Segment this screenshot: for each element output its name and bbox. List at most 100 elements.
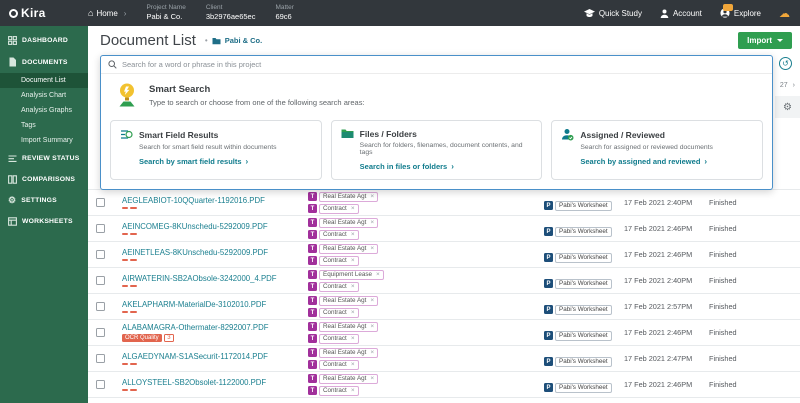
breadcrumb[interactable]: • Pabi & Co. <box>205 36 262 45</box>
worksheets-icon <box>8 217 17 226</box>
sidebar-item-worksheets[interactable]: WORKSHEETS <box>0 211 88 232</box>
tag-remove-icon[interactable]: × <box>370 349 374 356</box>
row-checkbox[interactable] <box>96 328 105 337</box>
document-link[interactable]: ALLOYSTEEL-SB2Obsolet-1122000.PDF <box>122 378 308 387</box>
worksheet-badge[interactable]: P Pabi's Worksheet <box>544 357 612 367</box>
tag-type-icon: T <box>308 282 317 291</box>
sidebar-label-review-status: REVIEW STATUS <box>22 155 79 162</box>
row-checkbox[interactable] <box>96 224 105 233</box>
page-number[interactable]: 27 <box>780 82 788 89</box>
row-checkbox[interactable] <box>96 276 105 285</box>
tag-pill: Equipment Lease× <box>319 270 384 280</box>
account-button[interactable]: Account <box>660 9 702 18</box>
imported-date: 17 Feb 2021 2:46PM <box>624 224 709 233</box>
tag-remove-icon[interactable]: × <box>351 231 355 238</box>
sidebar-item-dashboard[interactable]: DASHBOARD <box>0 30 88 51</box>
next-page-icon[interactable]: › <box>793 82 795 89</box>
tag-type-icon: T <box>308 334 317 343</box>
document-link[interactable]: AEINCOMEG-8KUnschedu-5292009.PDF <box>122 222 308 231</box>
assigned-reviewed-card-link[interactable]: Search by assigned and reviewed › <box>580 157 753 166</box>
sidebar-item-analysis-graphs[interactable]: Analysis Graphs <box>0 103 88 118</box>
document-link[interactable]: ALABAMAGRA-Othermater-8292007.PDF <box>122 323 308 332</box>
sidebar-item-settings[interactable]: ⚙ SETTINGS <box>0 190 88 211</box>
worksheet-badge[interactable]: P Pabi's Worksheet <box>544 201 612 211</box>
client-value: 3b2976ae65ec <box>206 12 256 21</box>
row-checkbox[interactable] <box>96 302 105 311</box>
tag-remove-icon[interactable]: × <box>351 283 355 290</box>
document-tag: TContract× <box>308 282 544 292</box>
files-folders-card[interactable]: Files / Folders Search for folders, file… <box>331 120 543 180</box>
sidebar-item-review-status[interactable]: REVIEW STATUS <box>0 148 88 169</box>
account-label: Account <box>673 9 702 18</box>
search-history-icon[interactable]: ↺ <box>779 57 792 70</box>
row-checkbox[interactable] <box>96 354 105 363</box>
tag-remove-icon[interactable]: × <box>370 219 374 226</box>
tag-remove-icon[interactable]: × <box>370 297 374 304</box>
tag-label: Real Estate Agt <box>323 193 366 200</box>
document-tag: TContract× <box>308 334 544 344</box>
table-row: AEINCOMEG-8KUnschedu-5292009.PDF TReal E… <box>88 216 800 242</box>
tag-remove-icon[interactable]: × <box>351 335 355 342</box>
tag-remove-icon[interactable]: × <box>370 323 374 330</box>
ocr-quality-value <box>130 207 137 209</box>
worksheet-badge[interactable]: P Pabi's Worksheet <box>544 227 612 237</box>
tag-remove-icon[interactable]: × <box>370 245 374 252</box>
import-button[interactable]: Import <box>738 32 792 49</box>
worksheet-badge[interactable]: P Pabi's Worksheet <box>544 279 612 289</box>
tag-remove-icon[interactable]: × <box>376 271 380 278</box>
tag-remove-icon[interactable]: × <box>351 309 355 316</box>
row-checkbox[interactable] <box>96 250 105 259</box>
sidebar-item-document-list[interactable]: Document List <box>0 73 88 88</box>
sidebar-item-import-summary[interactable]: Import Summary <box>0 133 88 148</box>
worksheet-badge[interactable]: P Pabi's Worksheet <box>544 253 612 263</box>
tag-remove-icon[interactable]: × <box>351 387 355 394</box>
ocr-quality-value: 3 <box>164 334 174 342</box>
search-bar[interactable] <box>101 56 772 74</box>
review-status: Finished <box>709 302 800 311</box>
worksheet-badge[interactable]: P Pabi's Worksheet <box>544 383 612 393</box>
quick-study-button[interactable]: Quick Study <box>584 9 642 18</box>
files-folders-card-link[interactable]: Search in files or folders › <box>360 162 533 171</box>
document-link[interactable]: AEINETLEAS-8KUnschedu-5292009.PDF <box>122 248 308 257</box>
tag-remove-icon[interactable]: × <box>370 375 374 382</box>
sidebar-item-analysis-chart[interactable]: Analysis Chart <box>0 88 88 103</box>
explore-button[interactable]: Explore <box>720 8 761 18</box>
table-row: AIRWATERIN-SB2AObsole-3242000_4.PDF TEqu… <box>88 268 800 294</box>
document-link[interactable]: ALGAEDYNAM-S1ASecurit-1172014.PDF <box>122 352 308 361</box>
document-link[interactable]: AIRWATERIN-SB2AObsole-3242000_4.PDF <box>122 274 308 283</box>
tag-remove-icon[interactable]: × <box>351 361 355 368</box>
sidebar-item-comparisons[interactable]: COMPARISONS <box>0 169 88 190</box>
row-checkbox[interactable] <box>96 380 105 389</box>
worksheet-badge[interactable]: P Pabi's Worksheet <box>544 305 612 315</box>
search-input[interactable] <box>122 60 765 69</box>
document-tag: TContract× <box>308 386 544 396</box>
smart-field-card-desc: Search for smart field result within doc… <box>139 144 312 151</box>
worksheet-badge[interactable]: P Pabi's Worksheet <box>544 331 612 341</box>
review-status: Finished <box>709 250 800 259</box>
tag-remove-icon[interactable]: × <box>351 205 355 212</box>
assigned-reviewed-card[interactable]: Assigned / Reviewed Search for assigned … <box>551 120 763 180</box>
account-person-icon <box>660 9 669 18</box>
worksheet-icon: P <box>544 279 553 288</box>
smart-field-results-card[interactable]: Smart Field Results Search for smart fie… <box>110 120 322 180</box>
smart-field-card-link[interactable]: Search by smart field results › <box>139 157 312 166</box>
document-tag: TReal Estate Agt× <box>308 244 544 254</box>
tag-remove-icon[interactable]: × <box>351 257 355 264</box>
kira-logo[interactable]: Kira <box>0 6 88 20</box>
graduation-cap-icon <box>584 9 595 18</box>
document-link[interactable]: AEGLEABIOT-10QQuarter-1192016.PDF <box>122 196 308 205</box>
table-settings-button[interactable]: ⚙ <box>775 96 800 118</box>
sidebar-item-documents[interactable]: DOCUMENTS <box>0 51 88 73</box>
link-arrow-icon: › <box>451 162 454 171</box>
row-checkbox[interactable] <box>96 198 105 207</box>
document-link[interactable]: AKELAPHARM-MaterialDe-3102010.PDF <box>122 300 308 309</box>
home-link[interactable]: ⌂ Home › <box>88 8 126 18</box>
cloud-upload-icon[interactable]: ☁ <box>779 7 790 20</box>
tag-pill: Contract× <box>319 308 359 318</box>
sidebar-item-tags[interactable]: Tags <box>0 118 88 133</box>
tag-list: TReal Estate Agt×TContract× <box>308 244 544 266</box>
ocr-quality-line <box>122 285 308 287</box>
tag-remove-icon[interactable]: × <box>370 193 374 200</box>
explore-notification-badge <box>723 4 733 11</box>
document-tag: TReal Estate Agt× <box>308 296 544 306</box>
